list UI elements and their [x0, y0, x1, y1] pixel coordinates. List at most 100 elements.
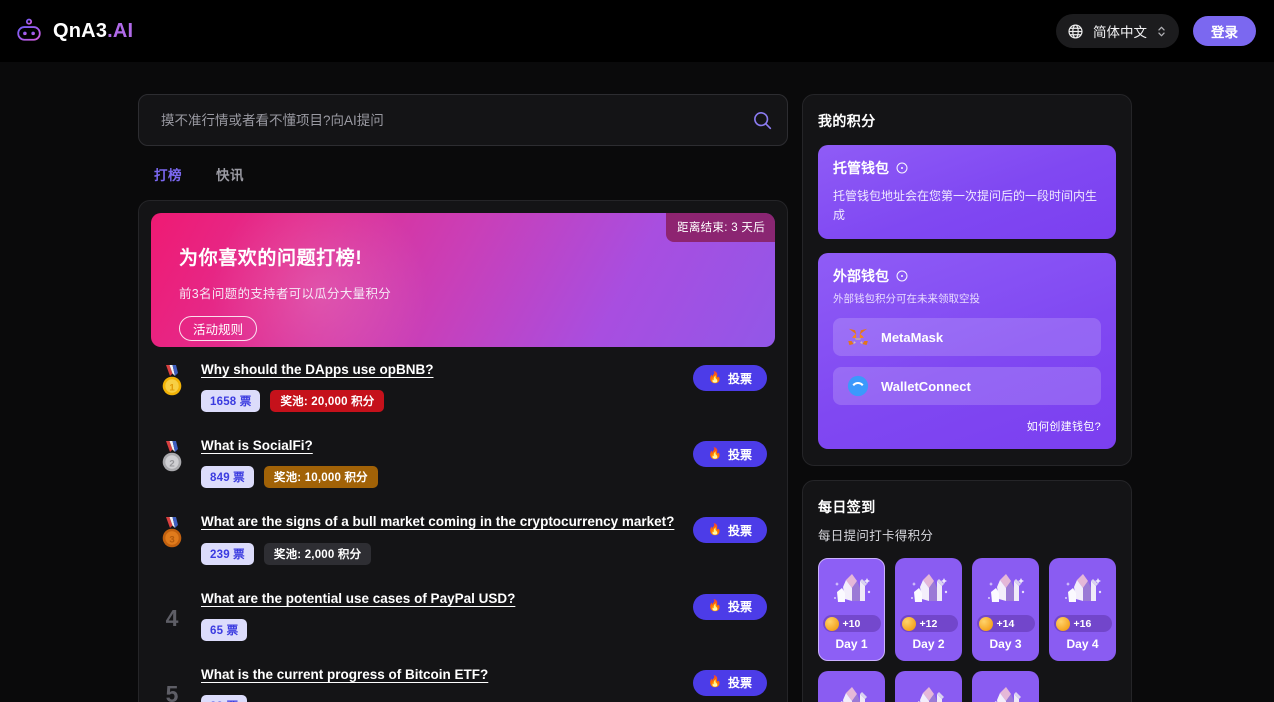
votes-badge: 1658 票 — [201, 390, 260, 412]
vote-button[interactable]: 🔥 投票 — [693, 441, 767, 467]
vote-button[interactable]: 🔥 投票 — [693, 670, 767, 696]
checkin-day-card[interactable]: +18 Day 5 — [818, 671, 885, 702]
vote-button[interactable]: 🔥 投票 — [693, 517, 767, 543]
create-wallet-link[interactable]: 如何创建钱包? — [833, 418, 1101, 434]
checkin-day-card[interactable]: +10 Day 1 — [818, 558, 885, 661]
rank-body: What are the signs of a bull market comi… — [201, 511, 681, 564]
table-row[interactable]: 5 What is the current progress of Bitcoi… — [151, 652, 775, 702]
top-header-bar: QnA3.AI 简体中文 登录 — [0, 0, 1274, 62]
vote-button-label: 投票 — [728, 370, 752, 387]
question-title[interactable]: What is SocialFi? — [201, 437, 681, 455]
chevron-updown-icon[interactable] — [1156, 23, 1167, 40]
rank-body: Why should the DApps use opBNB? 1658 票 奖… — [201, 359, 681, 412]
table-row[interactable]: 4 What are the potential use cases of Pa… — [151, 576, 775, 652]
rank-mark: 5 — [155, 664, 189, 702]
custody-wallet-card: 托管钱包 托管钱包地址会在您第一次提问后的一段时间内生成 — [818, 145, 1116, 239]
reward-pill: +10 — [823, 615, 881, 632]
question-title[interactable]: Why should the DApps use opBNB? — [201, 361, 681, 379]
coin-icon — [1056, 617, 1070, 631]
rank-badges: 65 票 — [201, 619, 681, 641]
coin-icon — [979, 617, 993, 631]
flame-icon: 🔥 — [708, 449, 722, 460]
external-wallet-title: 外部钱包 — [833, 266, 889, 286]
ai-search-bar[interactable] — [138, 94, 788, 146]
countdown-badge: 距离结束: 3 天后 — [666, 213, 775, 242]
tab-news[interactable]: 快讯 — [216, 164, 244, 184]
vote-button[interactable]: 🔥 投票 — [693, 365, 767, 391]
rank-badges: 239 票 奖池: 2,000 积分 — [201, 543, 681, 565]
question-title[interactable]: What are the signs of a bull market comi… — [201, 513, 681, 531]
bronze-medal-icon: 3 — [159, 516, 185, 550]
rank-badges: 39 票 — [201, 695, 681, 702]
rank-body: What is SocialFi? 849 票 奖池: 10,000 积分 — [201, 435, 681, 488]
rank-mark: 3 — [155, 511, 189, 550]
search-icon[interactable] — [752, 110, 773, 131]
reward-pill: +14 — [977, 615, 1035, 632]
rank-body: What are the potential use cases of PayP… — [201, 588, 681, 641]
vote-button-label: 投票 — [728, 674, 752, 691]
gem-icon — [906, 568, 952, 612]
gold-medal-icon: 1 — [159, 364, 185, 398]
content-tabs: 打榜 快讯 — [138, 146, 788, 184]
login-button[interactable]: 登录 — [1193, 16, 1256, 46]
brand-name: QnA3.AI — [53, 21, 133, 41]
day-label: Day 2 — [912, 637, 944, 651]
vote-button-label: 投票 — [728, 522, 752, 539]
external-wallet-header: 外部钱包 — [833, 266, 1101, 286]
question-title[interactable]: What is the current progress of Bitcoin … — [201, 666, 681, 684]
day-label: Day 3 — [989, 637, 1021, 651]
reward-value: +10 — [843, 618, 861, 630]
search-input[interactable] — [161, 113, 752, 128]
reward-pill: +12 — [900, 615, 958, 632]
rank-mark: 4 — [155, 588, 189, 630]
promo-banner: 距离结束: 3 天后 为你喜欢的问题打榜! 前3名问题的支持者可以瓜分大量积分 … — [151, 213, 775, 347]
table-row[interactable]: 2 What is SocialFi? 849 票 奖池: 10,000 积分 … — [151, 423, 775, 499]
reward-pill: +16 — [1054, 615, 1112, 632]
silver-medal-icon: 2 — [159, 440, 185, 474]
rank-badges: 1658 票 奖池: 20,000 积分 — [201, 390, 681, 412]
info-icon[interactable] — [896, 162, 908, 174]
info-icon[interactable] — [896, 270, 908, 282]
checkin-day-card[interactable]: +20 Day 6 — [895, 671, 962, 702]
activity-rules-button[interactable]: 活动规则 — [179, 316, 257, 341]
custody-wallet-title: 托管钱包 — [833, 158, 889, 178]
table-row[interactable]: 1 Why should the DApps use opBNB? 1658 票… — [151, 347, 775, 423]
banner-title: 为你喜欢的问题打榜! — [179, 243, 775, 270]
gem-icon — [983, 568, 1029, 612]
coin-icon — [825, 617, 839, 631]
tab-ranking[interactable]: 打榜 — [154, 164, 182, 184]
brand-logo-group[interactable]: QnA3.AI — [14, 16, 133, 46]
checkin-day-card[interactable]: +22 Day 7 — [972, 671, 1039, 702]
gem-icon — [983, 681, 1029, 702]
gem-icon — [829, 568, 875, 612]
language-selector[interactable]: 简体中文 — [1056, 14, 1179, 48]
checkin-day-card[interactable]: +16 Day 4 — [1049, 558, 1116, 661]
prize-pool-badge: 奖池: 10,000 积分 — [264, 466, 378, 488]
rank-body: What is the current progress of Bitcoin … — [201, 664, 681, 702]
day-label: Day 4 — [1066, 637, 1098, 651]
votes-badge: 65 票 — [201, 619, 247, 641]
coin-icon — [902, 617, 916, 631]
rank-mark: 2 — [155, 435, 189, 474]
gem-icon — [906, 681, 952, 702]
vote-button[interactable]: 🔥 投票 — [693, 594, 767, 620]
globe-icon — [1067, 23, 1084, 40]
wallet-option-walletconnect[interactable]: WalletConnect — [833, 367, 1101, 405]
svg-text:2: 2 — [169, 459, 174, 470]
rank-badges: 849 票 奖池: 10,000 积分 — [201, 466, 681, 488]
checkin-day-card[interactable]: +14 Day 3 — [972, 558, 1039, 661]
flame-icon: 🔥 — [708, 525, 722, 536]
flame-icon: 🔥 — [708, 601, 722, 612]
votes-badge: 39 票 — [201, 695, 247, 702]
external-wallet-description: 外部钱包积分可在未来领取空投 — [833, 291, 1101, 307]
day-label: Day 1 — [835, 637, 867, 651]
question-title[interactable]: What are the potential use cases of PayP… — [201, 590, 681, 608]
table-row[interactable]: 3 What are the signs of a bull market co… — [151, 499, 775, 575]
vote-button-label: 投票 — [728, 598, 752, 615]
votes-badge: 239 票 — [201, 543, 254, 565]
gem-icon — [1060, 568, 1106, 612]
walletconnect-icon — [847, 375, 869, 397]
wallet-option-metamask[interactable]: MetaMask — [833, 318, 1101, 356]
checkin-day-card[interactable]: +12 Day 2 — [895, 558, 962, 661]
checkin-day-grid: +10 Day 1 — [818, 558, 1116, 702]
